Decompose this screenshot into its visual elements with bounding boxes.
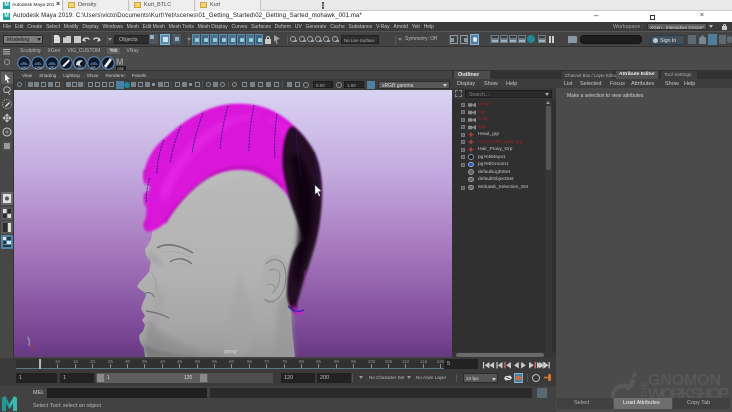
svg-text:CAC: CAC [21,66,28,70]
svg-text:CRD: CRD [49,66,56,70]
svg-text:M: M [116,57,124,67]
svg-text:CAM: CAM [35,66,42,70]
svg-text:persp: persp [224,349,237,355]
